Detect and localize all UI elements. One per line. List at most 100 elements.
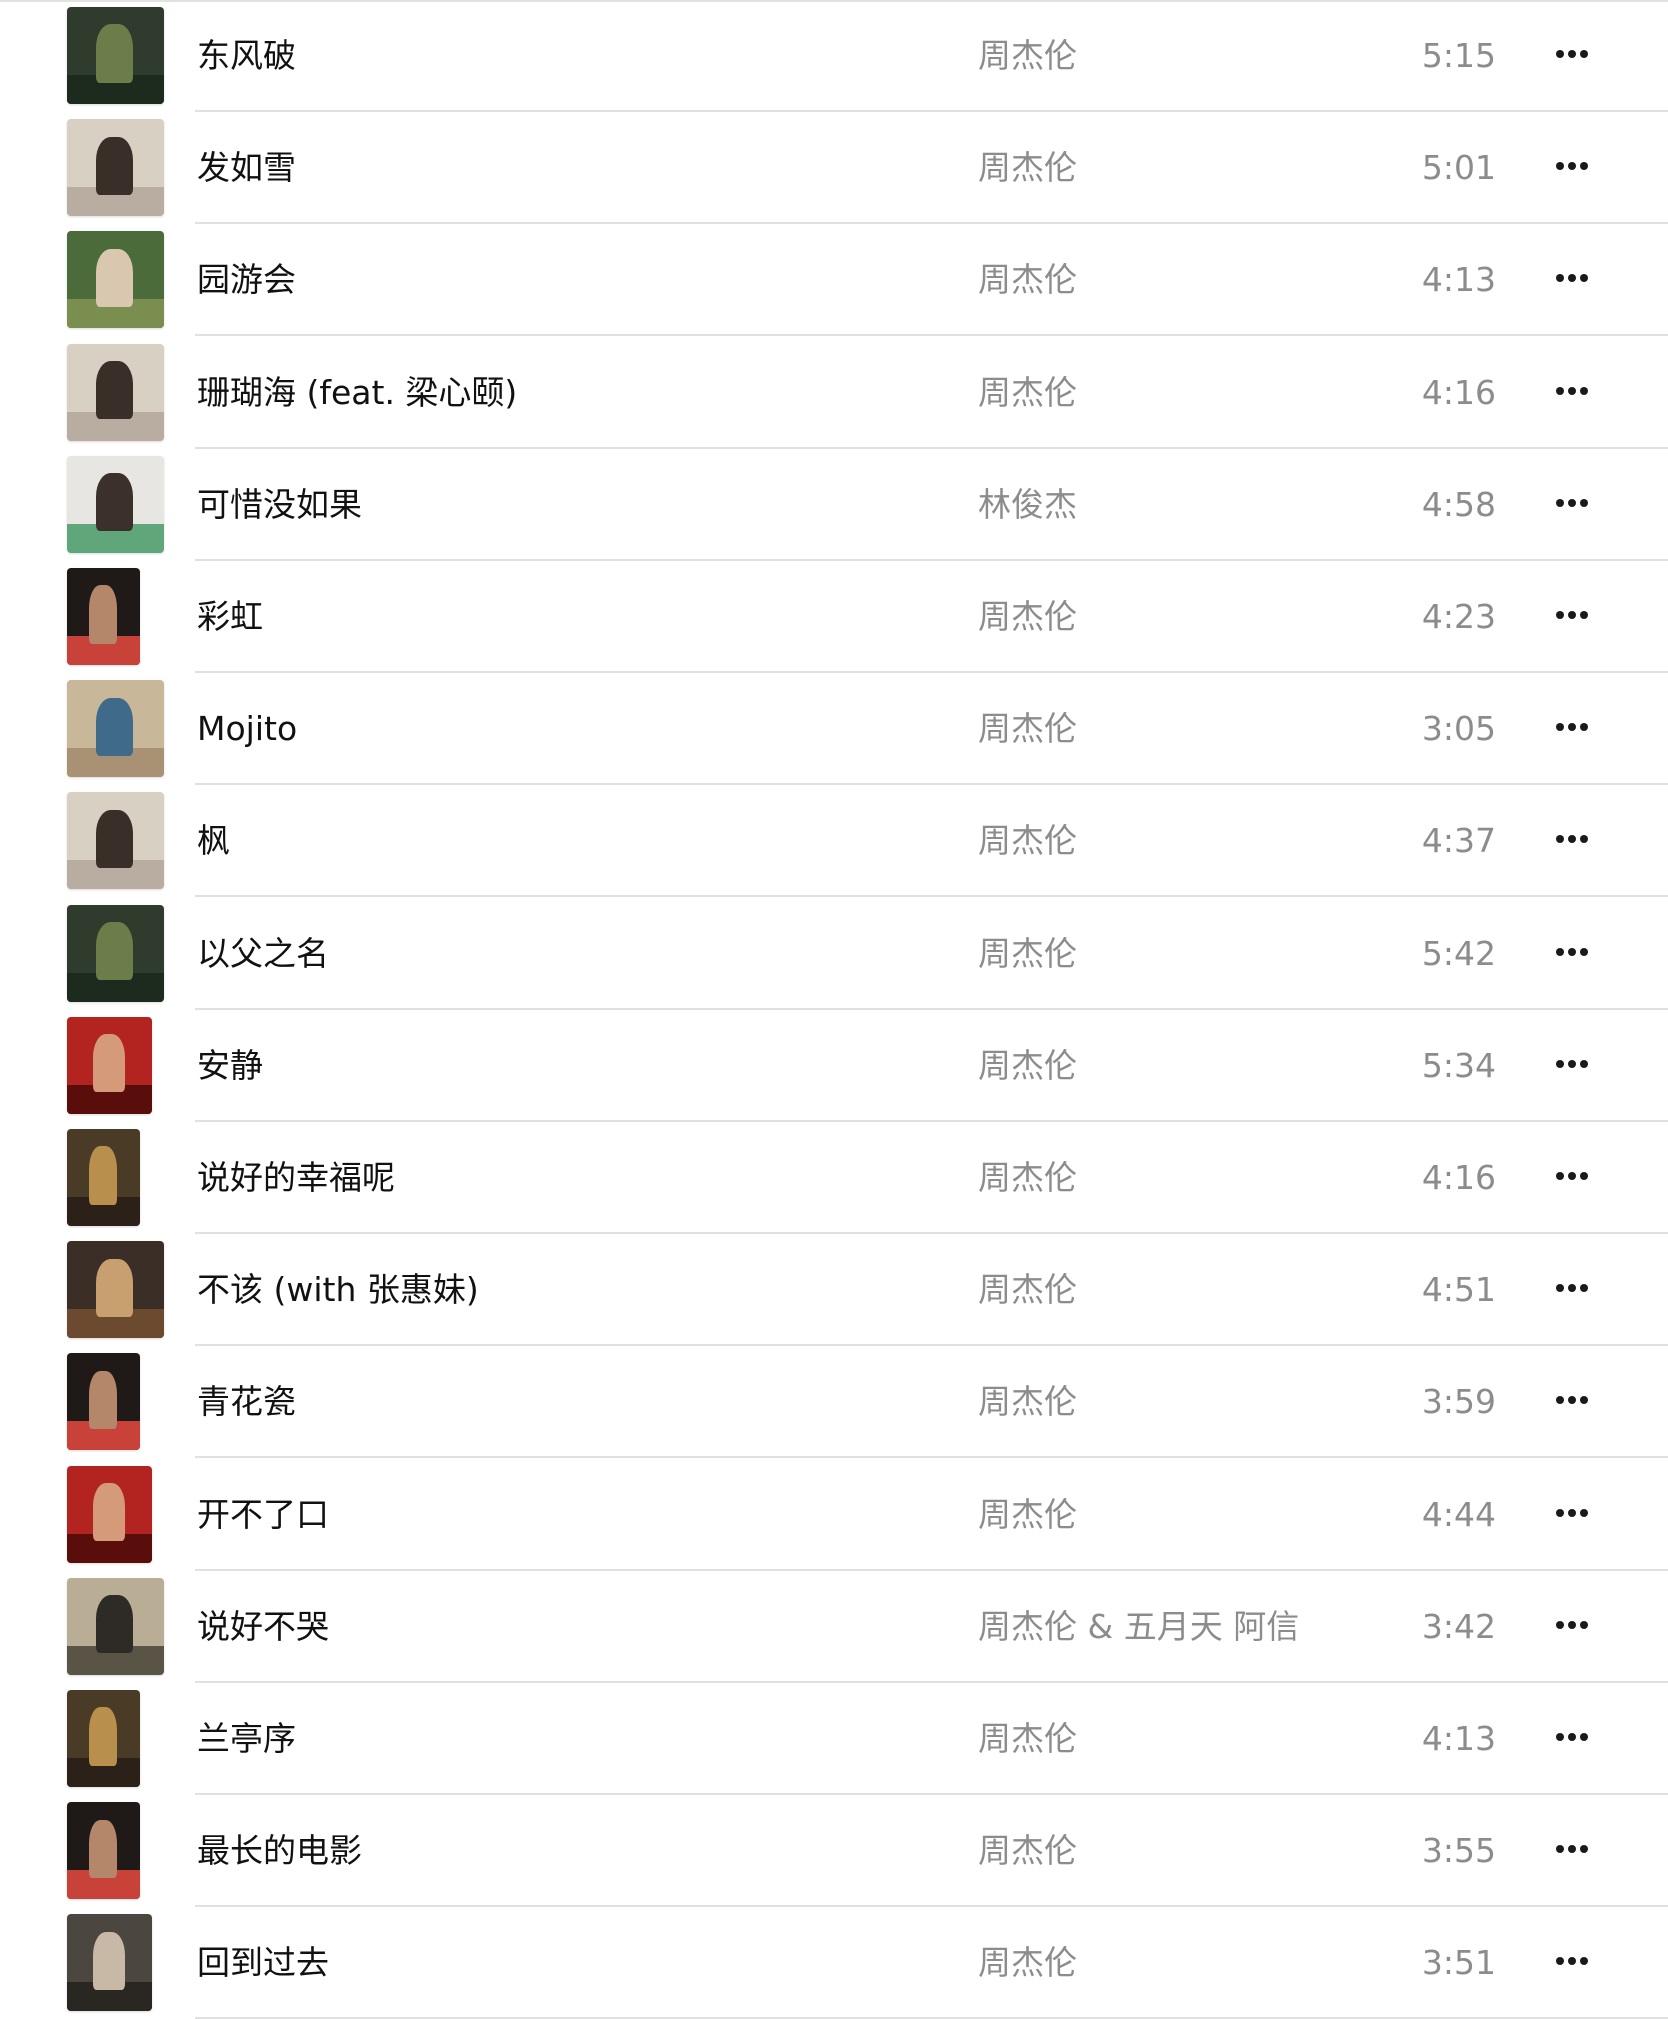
song-title: 说好的幸福呢 — [197, 1158, 395, 1197]
song-artist[interactable]: 周杰伦 — [978, 1795, 1077, 1907]
song-row[interactable]: 说好的幸福呢 周杰伦 4:16 — [0, 1122, 1668, 1234]
more-ellipsis-icon[interactable] — [1548, 707, 1598, 751]
ellipsis-dot — [1556, 1508, 1564, 1517]
ellipsis-dot — [1556, 611, 1564, 619]
album-art-icon[interactable] — [67, 7, 164, 104]
song-row[interactable]: 园游会 周杰伦 4:13 — [0, 224, 1668, 337]
ellipsis-dot — [1568, 611, 1576, 619]
album-art-icon[interactable] — [67, 680, 164, 778]
song-row[interactable]: 发如雪 周杰伦 5:01 — [0, 112, 1668, 225]
song-duration: 4:37 — [1421, 821, 1496, 861]
song-artist[interactable]: 周杰伦 — [978, 1122, 1077, 1234]
ellipsis-dot — [1580, 1172, 1588, 1180]
album-art-icon[interactable] — [67, 1914, 152, 2012]
ellipsis-dot — [1580, 611, 1588, 619]
more-ellipsis-icon[interactable] — [1548, 1717, 1598, 1761]
song-artist[interactable]: 周杰伦 — [978, 1234, 1077, 1346]
more-ellipsis-icon[interactable] — [1548, 932, 1598, 976]
more-ellipsis-icon[interactable] — [1548, 146, 1598, 190]
song-title: 发如雪 — [197, 148, 296, 188]
album-art-icon[interactable] — [67, 343, 164, 441]
song-row[interactable]: 不该 (with 张惠妹) 周杰伦 4:51 — [0, 1234, 1668, 1347]
more-ellipsis-icon[interactable] — [1548, 1493, 1598, 1537]
album-art-icon[interactable] — [67, 1353, 140, 1451]
song-artist[interactable]: 周杰伦 — [978, 1683, 1077, 1795]
album-art-icon[interactable] — [67, 1241, 164, 1339]
more-ellipsis-icon[interactable] — [1548, 1605, 1598, 1649]
song-row[interactable]: 枫 周杰伦 4:37 — [0, 785, 1668, 898]
more-ellipsis-icon[interactable] — [1548, 819, 1598, 863]
ellipsis-dot — [1580, 386, 1588, 395]
more-ellipsis-icon[interactable] — [1548, 371, 1598, 415]
song-row[interactable]: Mojito 周杰伦 3:05 — [0, 673, 1668, 786]
more-ellipsis-icon[interactable] — [1548, 595, 1598, 639]
song-artist[interactable]: 周杰伦 — [978, 112, 1077, 224]
more-ellipsis-icon[interactable] — [1548, 1156, 1598, 1200]
song-artist[interactable]: 周杰伦 & 五月天 阿信 — [978, 1571, 1299, 1683]
ellipsis-dot — [1568, 274, 1576, 283]
ellipsis-dot — [1568, 1508, 1576, 1517]
song-row[interactable]: 说好不哭 周杰伦 & 五月天 阿信 3:42 — [0, 1571, 1668, 1683]
ellipsis-dot — [1580, 1845, 1588, 1854]
ellipsis-dot — [1556, 386, 1564, 395]
song-artist[interactable]: 周杰伦 — [978, 785, 1077, 897]
song-duration: 3:42 — [1421, 1606, 1496, 1646]
song-row[interactable]: 安静 周杰伦 5:34 — [0, 1010, 1668, 1122]
album-art-icon[interactable] — [67, 455, 164, 553]
ellipsis-dot — [1568, 386, 1576, 395]
album-art-icon[interactable] — [67, 1465, 152, 1563]
song-row[interactable]: 回到过去 周杰伦 3:51 — [0, 1907, 1668, 2019]
ellipsis-dot — [1556, 835, 1564, 844]
album-art-icon[interactable] — [67, 568, 140, 665]
ellipsis-dot — [1568, 1172, 1576, 1180]
album-art-icon[interactable] — [67, 119, 164, 217]
song-title: 安静 — [197, 1045, 263, 1085]
song-title: 东风破 — [197, 36, 296, 75]
song-artist[interactable]: 林俊杰 — [978, 449, 1077, 561]
song-title: 开不了口 — [197, 1494, 329, 1534]
song-artist[interactable]: 周杰伦 — [978, 1346, 1077, 1458]
song-artist[interactable]: 周杰伦 — [978, 1010, 1077, 1122]
song-duration: 3:51 — [1421, 1943, 1496, 1983]
song-artist[interactable]: 周杰伦 — [978, 224, 1077, 336]
ellipsis-dot — [1568, 1957, 1576, 1966]
song-row[interactable]: 开不了口 周杰伦 4:44 — [0, 1459, 1668, 1571]
album-art-icon[interactable] — [67, 1802, 140, 1900]
song-row[interactable]: 彩虹 周杰伦 4:23 — [0, 561, 1668, 673]
song-artist[interactable]: 周杰伦 — [978, 1907, 1077, 2019]
song-title: 珊瑚海 (feat. 梁心颐) — [197, 372, 518, 412]
more-ellipsis-icon[interactable] — [1548, 1829, 1598, 1873]
song-artist[interactable]: 周杰伦 — [978, 561, 1077, 673]
song-row[interactable]: 最长的电影 周杰伦 3:55 — [0, 1795, 1668, 1908]
song-artist[interactable]: 周杰伦 — [978, 898, 1077, 1010]
more-ellipsis-icon[interactable] — [1548, 1941, 1598, 1985]
song-row[interactable]: 以父之名 周杰伦 5:42 — [0, 898, 1668, 1010]
album-art-icon[interactable] — [67, 792, 164, 890]
song-row[interactable]: 青花瓷 周杰伦 3:59 — [0, 1346, 1668, 1459]
song-artist[interactable]: 周杰伦 — [978, 673, 1077, 785]
song-title: 园游会 — [197, 260, 296, 300]
album-art-icon[interactable] — [67, 1016, 152, 1114]
ellipsis-dot — [1580, 1620, 1588, 1629]
album-art-icon[interactable] — [67, 904, 164, 1002]
more-ellipsis-icon[interactable] — [1548, 483, 1598, 527]
song-row[interactable]: 可惜没如果 林俊杰 4:58 — [0, 449, 1668, 561]
song-row[interactable]: 东风破 周杰伦 5:15 — [0, 0, 1668, 112]
more-ellipsis-icon[interactable] — [1548, 1044, 1598, 1088]
album-art-icon[interactable] — [67, 1577, 164, 1675]
song-artist[interactable]: 周杰伦 — [978, 1459, 1077, 1571]
more-ellipsis-icon[interactable] — [1548, 1380, 1598, 1424]
song-duration: 4:58 — [1421, 484, 1496, 524]
more-ellipsis-icon[interactable] — [1548, 34, 1598, 78]
album-art-icon[interactable] — [67, 1129, 140, 1226]
song-duration: 3:59 — [1421, 1382, 1496, 1422]
album-art-icon[interactable] — [67, 1690, 140, 1787]
song-duration: 4:44 — [1421, 1494, 1496, 1534]
song-artist[interactable]: 周杰伦 — [978, 0, 1077, 112]
song-artist[interactable]: 周杰伦 — [978, 337, 1077, 449]
song-row[interactable]: 珊瑚海 (feat. 梁心颐) 周杰伦 4:16 — [0, 337, 1668, 449]
song-row[interactable]: 兰亭序 周杰伦 4:13 — [0, 1683, 1668, 1795]
more-ellipsis-icon[interactable] — [1548, 258, 1598, 302]
more-ellipsis-icon[interactable] — [1548, 1268, 1598, 1312]
album-art-icon[interactable] — [67, 231, 164, 329]
